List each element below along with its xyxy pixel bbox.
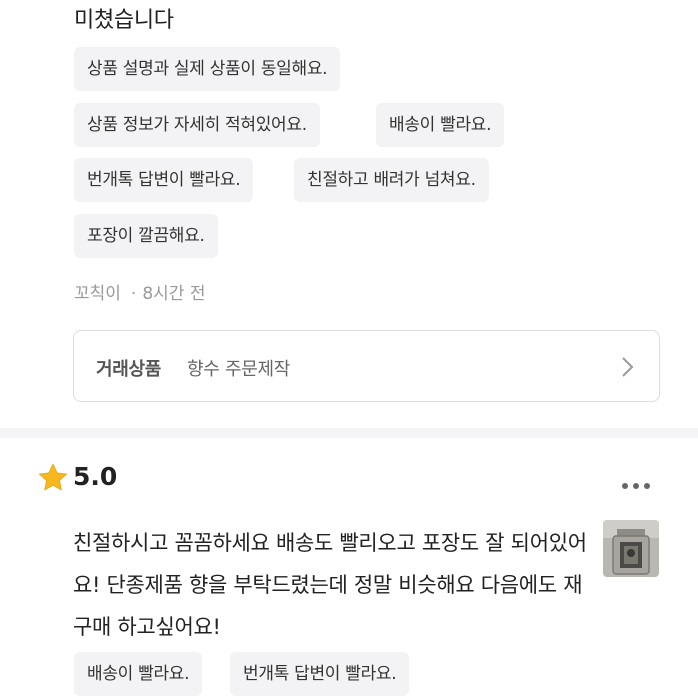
more-options-icon[interactable]: [622, 474, 662, 489]
review-rating: 5.0: [73, 462, 118, 491]
review-body: 친절하시고 꼼꼼하세요 배송도 빨리오고 포장도 잘 되어있어요! 단종제품 향…: [73, 531, 587, 639]
review-tag: 배송이 빨라요.: [74, 652, 203, 696]
review-tag: 번개톡 답변이 빨라요.: [74, 158, 254, 202]
review-tag: 포장이 깔끔해요.: [74, 214, 218, 258]
traded-product-link[interactable]: 거래상품 향수 주문제작: [73, 330, 660, 402]
review-tag: 번개톡 답변이 빨라요.: [230, 652, 410, 696]
review-time: 8시간 전: [142, 284, 206, 304]
review-tag: 상품 설명과 실제 상품이 동일해요.: [74, 47, 341, 91]
star-icon: [38, 463, 68, 491]
chevron-right-icon: [622, 357, 634, 377]
review-text-tail: 미쳤습니다: [74, 8, 174, 33]
reviewer-name[interactable]: 꼬칙이: [74, 284, 121, 304]
traded-product-label: 거래상품: [96, 359, 162, 380]
review-meta: 꼬칙이 · 8시간 전: [74, 279, 205, 304]
review-tag: 배송이 빨라요.: [376, 103, 505, 147]
review-tag: 친절하고 배려가 넘쳐요.: [294, 158, 489, 202]
review-tag: 상품 정보가 자세히 적혀있어요.: [74, 103, 320, 147]
review-photo-thumbnail[interactable]: [603, 520, 659, 577]
meta-separator: ·: [130, 284, 137, 304]
section-divider: [0, 428, 698, 438]
traded-product-name: 향수 주문제작: [187, 359, 290, 380]
